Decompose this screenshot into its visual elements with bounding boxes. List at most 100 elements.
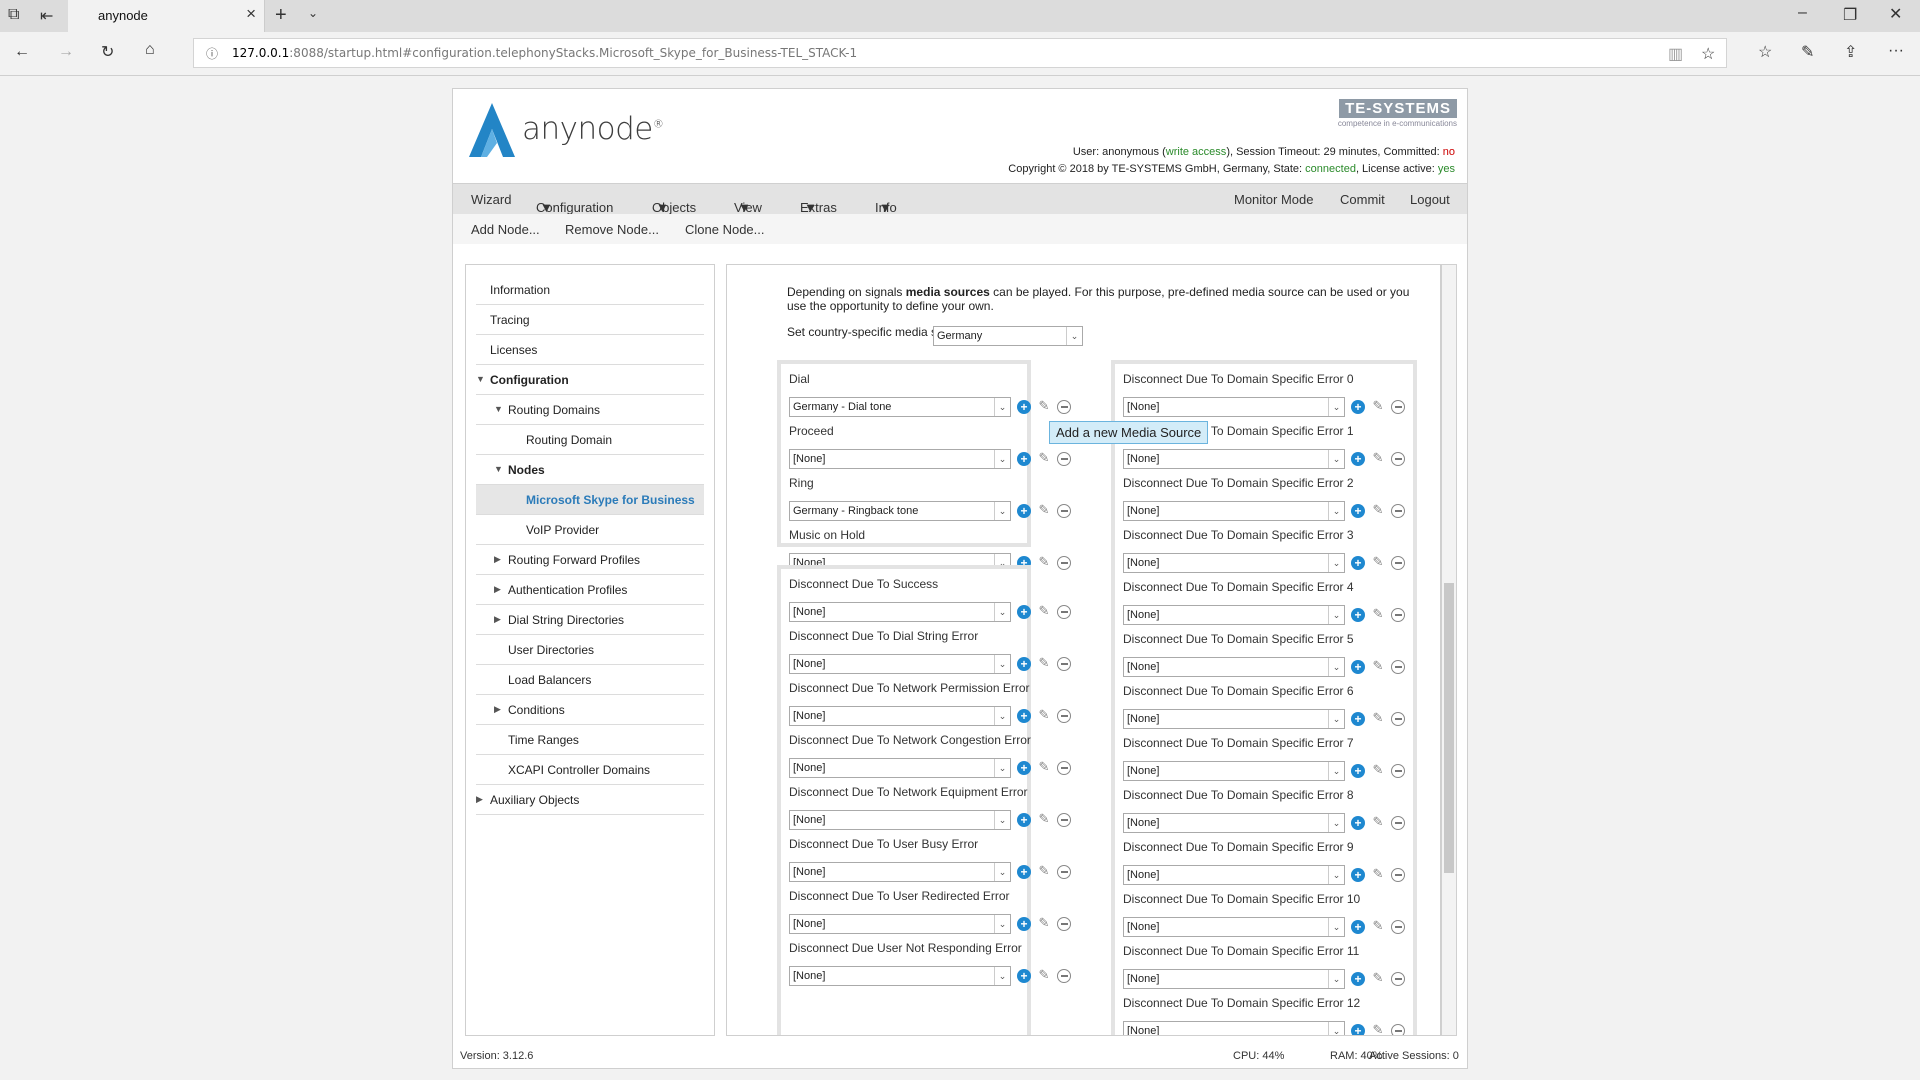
more-icon[interactable]: ··· [1888,42,1904,60]
content-scrollbar[interactable] [1441,264,1457,1036]
media-source-select[interactable]: [None] ⌄ [789,810,1011,830]
media-source-select[interactable]: [None] ⌄ [1123,449,1345,469]
edit-pencil-icon[interactable]: ✎ [1371,919,1385,933]
add-media-source-icon[interactable]: + [1017,605,1031,619]
chevron-down-icon[interactable]: ⌄ [994,967,1010,985]
collapse-arrow-icon[interactable]: ▶ [494,704,501,715]
chevron-down-icon[interactable]: ⌄ [994,398,1010,416]
media-source-select[interactable]: [None] ⌄ [789,706,1011,726]
chevron-down-icon[interactable]: ⌄ [1328,918,1344,936]
remove-minus-icon[interactable] [1057,556,1071,570]
media-source-select[interactable]: [None] ⌄ [1123,969,1345,989]
add-media-source-icon[interactable]: + [1017,504,1031,518]
chevron-down-icon[interactable]: ⌄ [994,811,1010,829]
chevron-down-icon[interactable]: ⌄ [1328,710,1344,728]
chevron-down-icon[interactable]: ⌄ [1328,606,1344,624]
tree-item[interactable]: Information [476,275,704,305]
tree-item[interactable]: VoIP Provider [476,515,704,545]
edit-pencil-icon[interactable]: ✎ [1037,812,1051,826]
tree-item[interactable]: ▶ Auxiliary Objects [476,785,704,815]
remove-minus-icon[interactable] [1057,969,1071,983]
add-media-source-icon[interactable]: + [1017,400,1031,414]
add-media-source-icon[interactable]: + [1351,920,1365,934]
chevron-down-icon[interactable]: ⌄ [994,450,1010,468]
media-source-select[interactable]: [None] ⌄ [789,966,1011,986]
media-source-select[interactable]: [None] ⌄ [1123,917,1345,937]
media-source-select[interactable]: [None] ⌄ [789,914,1011,934]
add-media-source-icon[interactable]: + [1351,452,1365,466]
forward-icon[interactable]: → [58,43,74,61]
edit-pencil-icon[interactable]: ✎ [1037,656,1051,670]
add-media-source-icon[interactable]: + [1351,712,1365,726]
chevron-down-icon[interactable]: ⌄ [1328,554,1344,572]
media-source-select[interactable]: [None] ⌄ [1123,553,1345,573]
menu-wizard[interactable]: Wizard [471,192,511,207]
remove-node-button[interactable]: Remove Node... [565,222,659,237]
media-source-select[interactable]: [None] ⌄ [1123,605,1345,625]
add-media-source-icon[interactable]: + [1017,969,1031,983]
expand-arrow-icon[interactable]: ▼ [494,464,503,474]
chevron-down-icon[interactable]: ⌄ [1328,450,1344,468]
remove-minus-icon[interactable] [1391,764,1405,778]
remove-minus-icon[interactable] [1057,605,1071,619]
edit-pencil-icon[interactable]: ✎ [1371,867,1385,881]
remove-minus-icon[interactable] [1391,868,1405,882]
edit-pencil-icon[interactable]: ✎ [1037,760,1051,774]
chevron-down-icon[interactable]: ⌄ [1328,658,1344,676]
edit-pencil-icon[interactable]: ✎ [1371,659,1385,673]
scroll-thumb[interactable] [1444,583,1454,873]
edit-pencil-icon[interactable]: ✎ [1371,607,1385,621]
edit-pencil-icon[interactable]: ✎ [1037,451,1051,465]
favorite-star-icon[interactable]: ☆ [1701,44,1715,64]
remove-minus-icon[interactable] [1057,865,1071,879]
edit-pencil-icon[interactable]: ✎ [1037,503,1051,517]
chevron-down-icon[interactable]: ⌄ [1328,762,1344,780]
chevron-down-icon[interactable]: ⌄ [1328,398,1344,416]
close-tab-icon[interactable]: × [246,4,256,24]
menu-monitor-mode[interactable]: Monitor Mode [1234,192,1313,207]
add-media-source-icon[interactable]: + [1351,504,1365,518]
media-source-select[interactable]: [None] ⌄ [1123,761,1345,781]
tree-item[interactable]: ▶ Dial String Directories [476,605,704,635]
close-window-icon[interactable]: ✕ [1889,4,1902,24]
edit-pencil-icon[interactable]: ✎ [1037,399,1051,413]
collapse-arrow-icon[interactable]: ▶ [494,554,501,565]
remove-minus-icon[interactable] [1391,920,1405,934]
new-tab-icon[interactable]: + [275,4,287,27]
edit-pencil-icon[interactable]: ✎ [1371,503,1385,517]
remove-minus-icon[interactable] [1391,816,1405,830]
edit-pencil-icon[interactable]: ✎ [1371,763,1385,777]
tree-item[interactable]: ▶ Routing Forward Profiles [476,545,704,575]
edit-pencil-icon[interactable]: ✎ [1371,399,1385,413]
tree-item[interactable]: ▼ Configuration [476,365,704,395]
chevron-down-icon[interactable]: ⌄ [994,759,1010,777]
remove-minus-icon[interactable] [1391,608,1405,622]
edit-pencil-icon[interactable]: ✎ [1371,971,1385,985]
add-media-source-icon[interactable]: + [1017,452,1031,466]
remove-minus-icon[interactable] [1391,504,1405,518]
tree-item[interactable]: Routing Domain [476,425,704,455]
remove-minus-icon[interactable] [1057,452,1071,466]
home-icon[interactable]: ⌂ [145,41,155,59]
add-node-button[interactable]: Add Node... [471,222,540,237]
edit-pencil-icon[interactable]: ✎ [1037,864,1051,878]
reading-view-icon[interactable]: ▥ [1668,44,1683,64]
add-media-source-icon[interactable]: + [1017,761,1031,775]
edit-pencil-icon[interactable]: ✎ [1371,711,1385,725]
pen-icon[interactable]: ✎ [1801,42,1814,62]
media-source-select[interactable]: [None] ⌄ [1123,709,1345,729]
chevron-down-icon[interactable]: ⌄ [1328,970,1344,988]
add-media-source-icon[interactable]: + [1351,556,1365,570]
tree-item[interactable]: ▼ Nodes [476,455,704,485]
remove-minus-icon[interactable] [1391,972,1405,986]
media-source-select[interactable]: [None] ⌄ [789,449,1011,469]
remove-minus-icon[interactable] [1057,504,1071,518]
media-source-select[interactable]: Germany - Dial tone ⌄ [789,397,1011,417]
remove-minus-icon[interactable] [1057,709,1071,723]
tree-item[interactable]: Licenses [476,335,704,365]
tab-list-chevron-icon[interactable]: ⌄ [308,6,318,20]
url-field[interactable]: ⓘ 127.0.0.1:8088/startup.html#configurat… [193,38,1727,68]
edit-pencil-icon[interactable]: ✎ [1371,1023,1385,1036]
chevron-down-icon[interactable]: ⌄ [994,655,1010,673]
menu-logout[interactable]: Logout [1410,192,1450,207]
